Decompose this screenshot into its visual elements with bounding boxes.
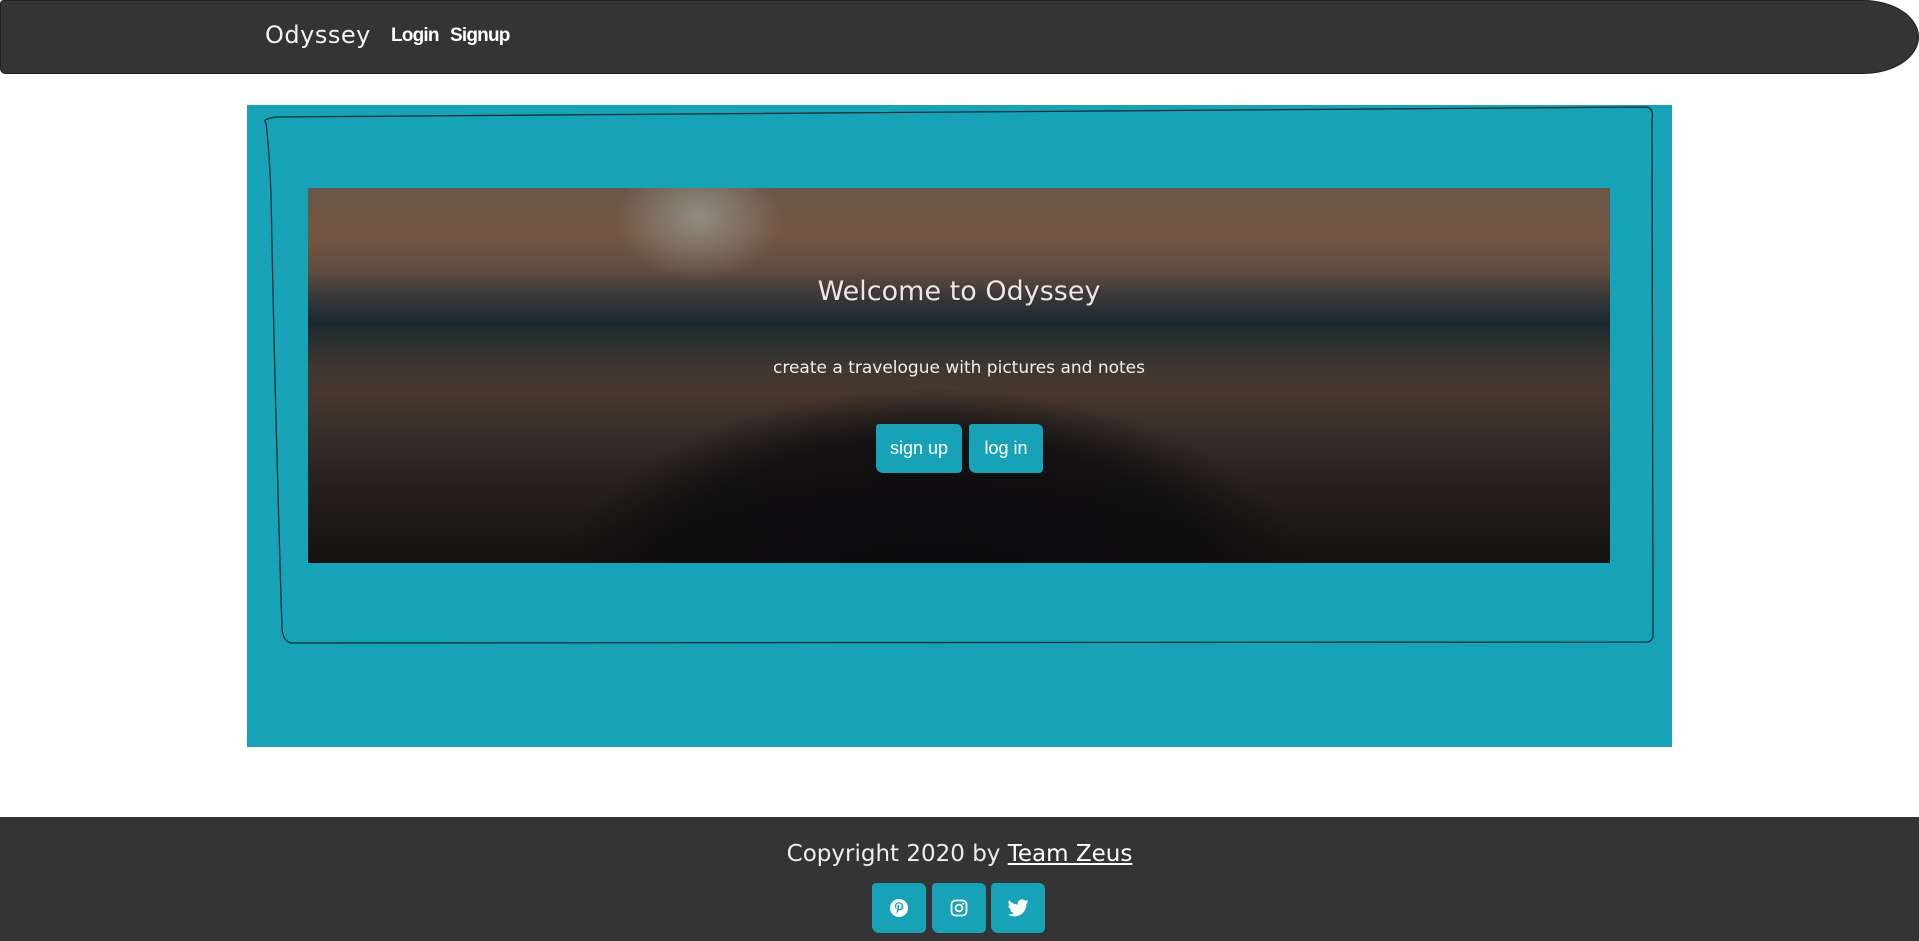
hero-banner: Welcome to Odyssey create a travelogue w…	[308, 188, 1610, 563]
pinterest-icon	[890, 899, 908, 917]
twitter-icon	[1007, 899, 1029, 917]
nav-login-link[interactable]: Login	[391, 25, 439, 47]
twitter-button[interactable]	[991, 883, 1045, 933]
footer: Copyright 2020 by Team Zeus	[0, 817, 1919, 941]
nav-signup-link[interactable]: Signup	[450, 25, 510, 47]
login-button[interactable]: log in	[969, 424, 1043, 473]
pinterest-button[interactable]	[872, 883, 926, 933]
instagram-button[interactable]	[932, 883, 986, 933]
hero-subtitle: create a travelogue with pictures and no…	[773, 358, 1145, 378]
navbar: Odyssey Login Signup	[0, 0, 1919, 74]
hero-title: Welcome to Odyssey	[817, 276, 1101, 307]
team-zeus-link[interactable]: Team Zeus	[1008, 841, 1133, 867]
instagram-icon	[950, 899, 968, 917]
signup-button[interactable]: sign up	[876, 424, 962, 473]
copyright-prefix: Copyright 2020 by	[786, 841, 1008, 867]
brand-logo[interactable]: Odyssey	[265, 21, 371, 49]
copyright-text: Copyright 2020 by Team Zeus	[0, 841, 1919, 867]
